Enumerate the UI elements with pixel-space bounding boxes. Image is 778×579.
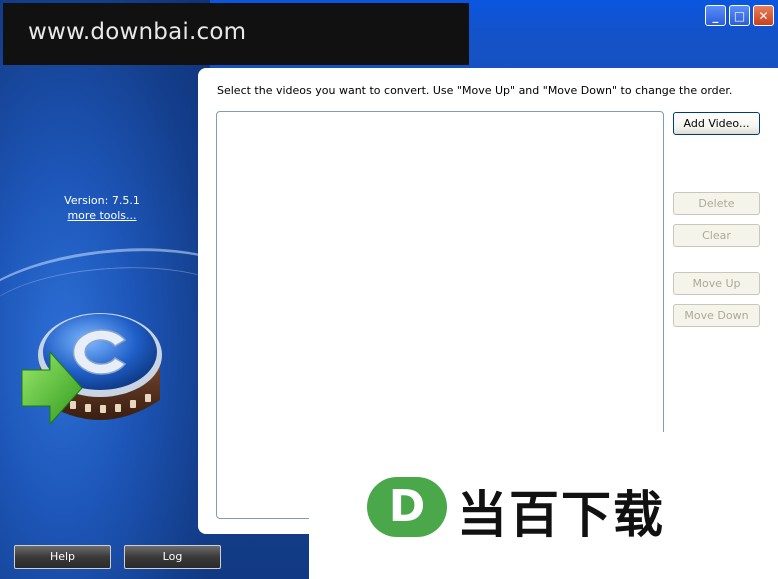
move-down-button[interactable]: Move Down [673,304,760,327]
left-panel [0,0,266,579]
close-icon: ✕ [758,8,769,23]
close-button[interactable]: ✕ [753,5,774,26]
minimize-icon: _ [712,8,719,23]
more-tools-link[interactable]: more tools... [60,208,144,223]
help-button[interactable]: Help [14,545,111,569]
maximize-button[interactable]: □ [729,5,750,26]
version-label: Version: 7.5.1 [64,194,140,207]
title-bar-controls: _ □ ✕ [705,5,774,26]
maximize-icon: □ [733,8,746,23]
app-window: _ □ ✕ www.downbai.com Version: 7.5.1 mor… [0,0,778,579]
watermark-banner: www.downbai.com [3,3,469,65]
app-logo-icon [21,313,162,426]
instructions-text: Select the videos you want to convert. U… [217,84,733,97]
move-up-button[interactable]: Move Up [673,272,760,295]
watermark-logo: D 当百下载 [309,432,778,579]
watermark-text: 当百下载 [457,486,665,544]
add-video-button[interactable]: Add Video... [673,112,760,135]
delete-button[interactable]: Delete [673,192,760,215]
watermark-d-icon: D [367,477,447,537]
log-button[interactable]: Log [124,545,221,569]
version-block: Version: 7.5.1 more tools... [60,193,144,223]
minimize-button[interactable]: _ [705,5,726,26]
clear-button[interactable]: Clear [673,224,760,247]
